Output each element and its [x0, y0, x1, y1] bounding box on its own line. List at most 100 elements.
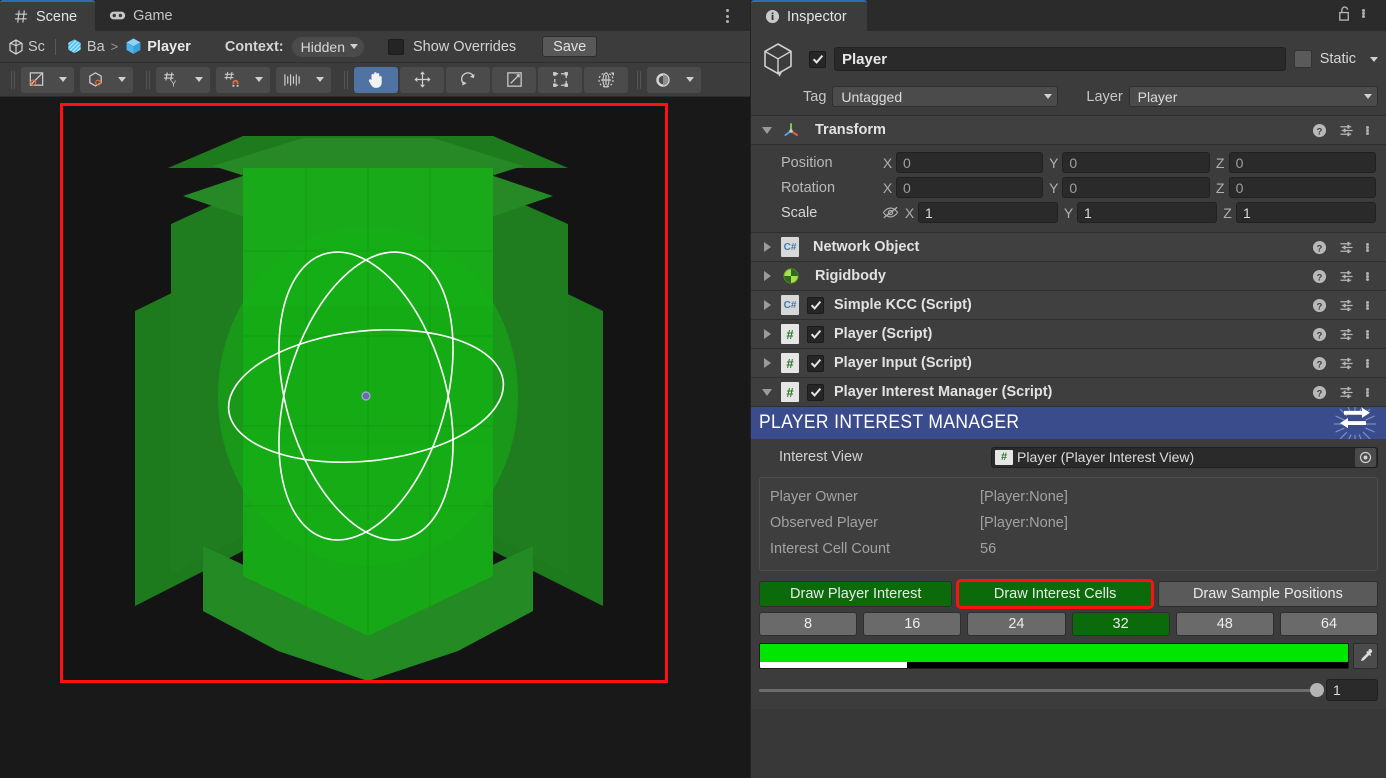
network-object-foldout-toggle[interactable]: [761, 242, 773, 252]
draw-player-interest-button[interactable]: Draw Player Interest: [759, 581, 953, 607]
context-dropdown[interactable]: Hidden: [291, 36, 364, 57]
custom-editor-tool-dropdown-arrow[interactable]: [679, 66, 701, 93]
preset-sliders-icon[interactable]: [1339, 240, 1354, 255]
preset-sliders-icon[interactable]: [1339, 123, 1354, 138]
interest-view-object-field[interactable]: # Player (Player Interest View): [991, 446, 1378, 468]
position-z-input[interactable]: 0: [1228, 152, 1376, 173]
breadcrumb-current[interactable]: Player: [124, 37, 191, 56]
scene-viewport[interactable]: [0, 97, 750, 778]
static-checkbox[interactable]: [1293, 50, 1312, 68]
help-question-icon[interactable]: ?: [1312, 298, 1327, 313]
scale-y-input[interactable]: 1: [1077, 202, 1217, 223]
component-menu-icon[interactable]: [1366, 125, 1378, 135]
player-script-enabled-checkbox[interactable]: [807, 325, 824, 343]
cell-size-button-64[interactable]: 64: [1279, 612, 1379, 636]
player-input-foldout-toggle[interactable]: [761, 358, 773, 368]
rotation-y-input[interactable]: 0: [1062, 177, 1210, 198]
component-menu-icon[interactable]: [1366, 329, 1378, 339]
hand-tool-icon[interactable]: [354, 66, 398, 93]
simple-kcc-enabled-checkbox[interactable]: [807, 296, 824, 314]
object-picker-icon[interactable]: [1355, 447, 1376, 467]
gameobject-name-input[interactable]: Player: [834, 47, 1286, 71]
transform-foldout-toggle[interactable]: [761, 126, 773, 134]
rotate-tool-icon[interactable]: [446, 66, 490, 93]
eyedropper-icon[interactable]: [1353, 643, 1378, 669]
component-header-rigidbody[interactable]: Rigidbody ?: [751, 262, 1386, 291]
layer-dropdown[interactable]: Player: [1128, 86, 1378, 107]
position-x-input[interactable]: 0: [896, 152, 1044, 173]
gizmo-slider[interactable]: [759, 683, 1324, 697]
draw-mode-dropdown-arrow[interactable]: [52, 66, 74, 93]
cell-size-button-32[interactable]: 32: [1071, 612, 1170, 636]
rect-tool-icon[interactable]: [538, 66, 582, 93]
help-question-icon[interactable]: ?: [1312, 123, 1327, 138]
tab-inspector[interactable]: Inspector: [751, 0, 867, 31]
component-header-player-script[interactable]: # Player (Script) ?: [751, 320, 1386, 349]
scale-tool-icon[interactable]: [492, 66, 536, 93]
rigidbody-foldout-toggle[interactable]: [761, 271, 773, 281]
tag-dropdown[interactable]: Untagged: [832, 86, 1059, 107]
cell-size-button-48[interactable]: 48: [1175, 612, 1274, 636]
breadcrumb-parent[interactable]: Ba: [66, 38, 105, 55]
help-question-icon[interactable]: ?: [1312, 385, 1327, 400]
component-menu-icon[interactable]: [1366, 242, 1378, 252]
player-interest-manager-enabled-checkbox[interactable]: [807, 383, 824, 401]
scale-x-input[interactable]: 1: [918, 202, 1058, 223]
breadcrumb-root[interactable]: Sc: [8, 39, 45, 55]
component-menu-icon[interactable]: [1366, 387, 1378, 397]
custom-editor-tool-icon[interactable]: [647, 66, 679, 93]
rotation-z-input[interactable]: 0: [1228, 177, 1376, 198]
snap-increment-dropdown-arrow[interactable]: [309, 66, 331, 93]
2d-3d-toggle-icon[interactable]: [80, 66, 111, 93]
component-header-transform[interactable]: Transform ?: [751, 116, 1386, 145]
component-header-player-interest-manager[interactable]: # Player Interest Manager (Script) ?: [751, 378, 1386, 407]
component-menu-icon[interactable]: [1366, 300, 1378, 310]
player-interest-manager-foldout-toggle[interactable]: [761, 388, 773, 396]
cell-size-button-24[interactable]: 24: [967, 612, 1066, 636]
help-question-icon[interactable]: ?: [1312, 356, 1327, 371]
transform-tool-icon[interactable]: [584, 66, 628, 93]
constrain-proportions-off-icon[interactable]: [879, 205, 901, 220]
padlock-open-icon[interactable]: [1337, 5, 1352, 22]
component-header-network-object[interactable]: C# Network Object ?: [751, 233, 1386, 262]
grid-visibility-dropdown-arrow[interactable]: [188, 66, 210, 93]
show-overrides-checkbox[interactable]: [388, 38, 404, 55]
grid-snapping-icon[interactable]: [216, 66, 248, 93]
static-dropdown-chevron-down-icon[interactable]: [1370, 56, 1378, 62]
component-header-player-input[interactable]: # Player Input (Script) ?: [751, 349, 1386, 378]
move-tool-icon[interactable]: [400, 66, 444, 93]
component-menu-icon[interactable]: [1366, 271, 1378, 281]
toolbar-grip-4[interactable]: [637, 70, 641, 89]
snap-increment-icon[interactable]: [276, 66, 309, 93]
grid-visibility-icon[interactable]: Y: [156, 66, 188, 93]
draw-sample-positions-button[interactable]: Draw Sample Positions: [1157, 581, 1379, 607]
gameobject-enabled-checkbox[interactable]: [809, 50, 826, 68]
player-script-foldout-toggle[interactable]: [761, 329, 773, 339]
grid-snapping-dropdown-arrow[interactable]: [248, 66, 270, 93]
preset-sliders-icon[interactable]: [1339, 356, 1354, 371]
help-question-icon[interactable]: ?: [1312, 269, 1327, 284]
cell-size-button-16[interactable]: 16: [863, 612, 962, 636]
save-button[interactable]: Save: [542, 36, 598, 57]
tab-game[interactable]: Game: [95, 0, 191, 31]
gizmo-slider-knob[interactable]: [1310, 683, 1324, 697]
component-header-simple-kcc[interactable]: C# Simple KCC (Script) ?: [751, 291, 1386, 320]
cell-size-button-8[interactable]: 8: [759, 612, 858, 636]
help-question-icon[interactable]: ?: [1312, 240, 1327, 255]
toolbar-grip[interactable]: [11, 70, 15, 89]
preset-sliders-icon[interactable]: [1339, 327, 1354, 342]
preset-sliders-icon[interactable]: [1339, 269, 1354, 284]
scale-z-input[interactable]: 1: [1236, 202, 1376, 223]
rotation-x-input[interactable]: 0: [896, 177, 1044, 198]
draw-interest-cells-button[interactable]: Draw Interest Cells: [956, 579, 1154, 609]
simple-kcc-foldout-toggle[interactable]: [761, 300, 773, 310]
draw-mode-shaded-icon[interactable]: [21, 66, 52, 93]
toolbar-grip-2[interactable]: [146, 70, 150, 89]
tab-scene[interactable]: Scene: [0, 0, 96, 31]
inspector-menu-icon[interactable]: [1362, 9, 1376, 18]
gizmo-slider-value-input[interactable]: 1: [1326, 679, 1378, 701]
gizmo-color-field[interactable]: [759, 643, 1349, 669]
preset-sliders-icon[interactable]: [1339, 298, 1354, 313]
scene-overflow-menu-icon[interactable]: [718, 6, 736, 26]
help-question-icon[interactable]: ?: [1312, 327, 1327, 342]
